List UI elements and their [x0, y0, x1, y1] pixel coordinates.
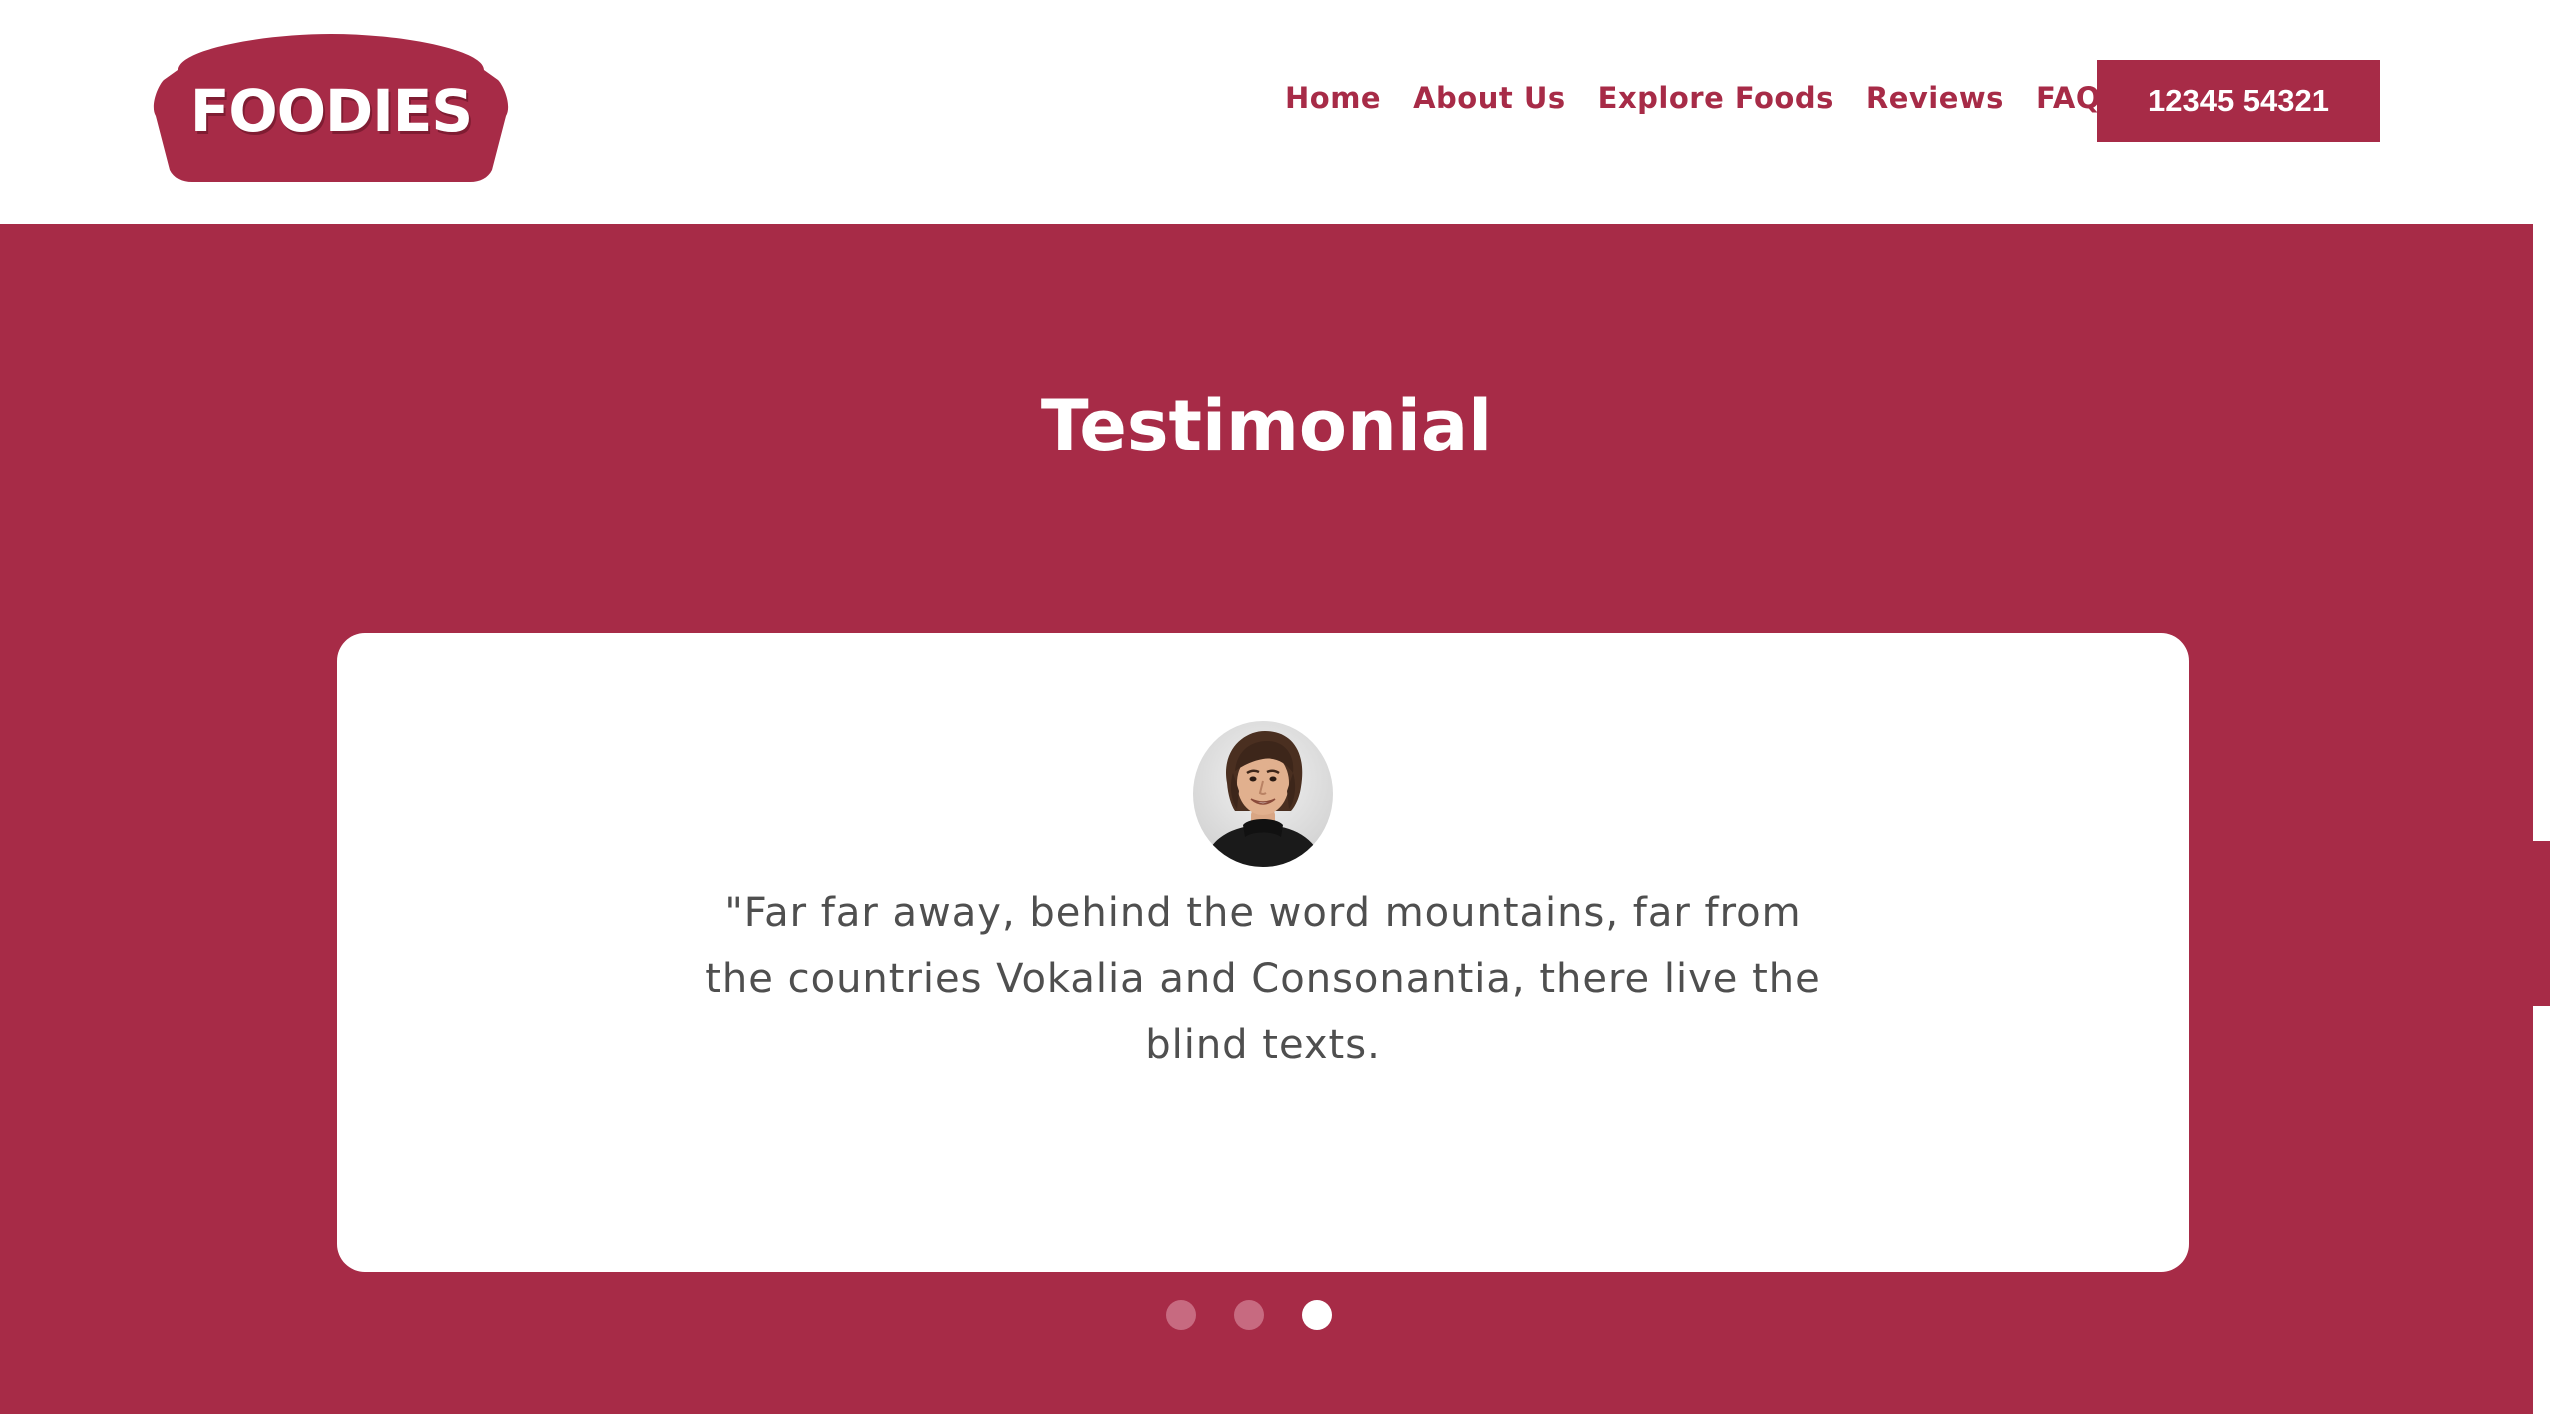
- main-nav: Home About Us Explore Foods Reviews FAQs: [1285, 72, 2119, 124]
- page-edge-strip: [2533, 1006, 2550, 1414]
- logo-text: FOODIES: [189, 77, 473, 145]
- carousel-pagination: [1166, 1300, 1332, 1330]
- nav-reviews[interactable]: Reviews: [1866, 81, 2004, 115]
- section-title: Testimonial: [1040, 385, 1493, 467]
- carousel-dot-2[interactable]: [1234, 1300, 1264, 1330]
- nav-home[interactable]: Home: [1285, 81, 1381, 115]
- carousel-dot-3[interactable]: [1302, 1300, 1332, 1330]
- testimonial-quote: "Far far away, behind the word mountains…: [705, 890, 1821, 1068]
- nav-explore-foods[interactable]: Explore Foods: [1598, 81, 1834, 115]
- nav-about-us[interactable]: About Us: [1413, 81, 1566, 115]
- person-icon: [1203, 731, 1323, 867]
- site-header: FOODIES Home About Us Explore Foods Revi…: [0, 0, 2550, 224]
- reviewer-avatar: [1193, 721, 1333, 867]
- page-edge-strip: [2533, 224, 2550, 841]
- next-slide-peek: [2533, 841, 2550, 1006]
- phone-number-button[interactable]: 12345 54321: [2097, 60, 2380, 142]
- foodies-logo[interactable]: FOODIES: [150, 32, 512, 182]
- carousel-dot-1[interactable]: [1166, 1300, 1196, 1330]
